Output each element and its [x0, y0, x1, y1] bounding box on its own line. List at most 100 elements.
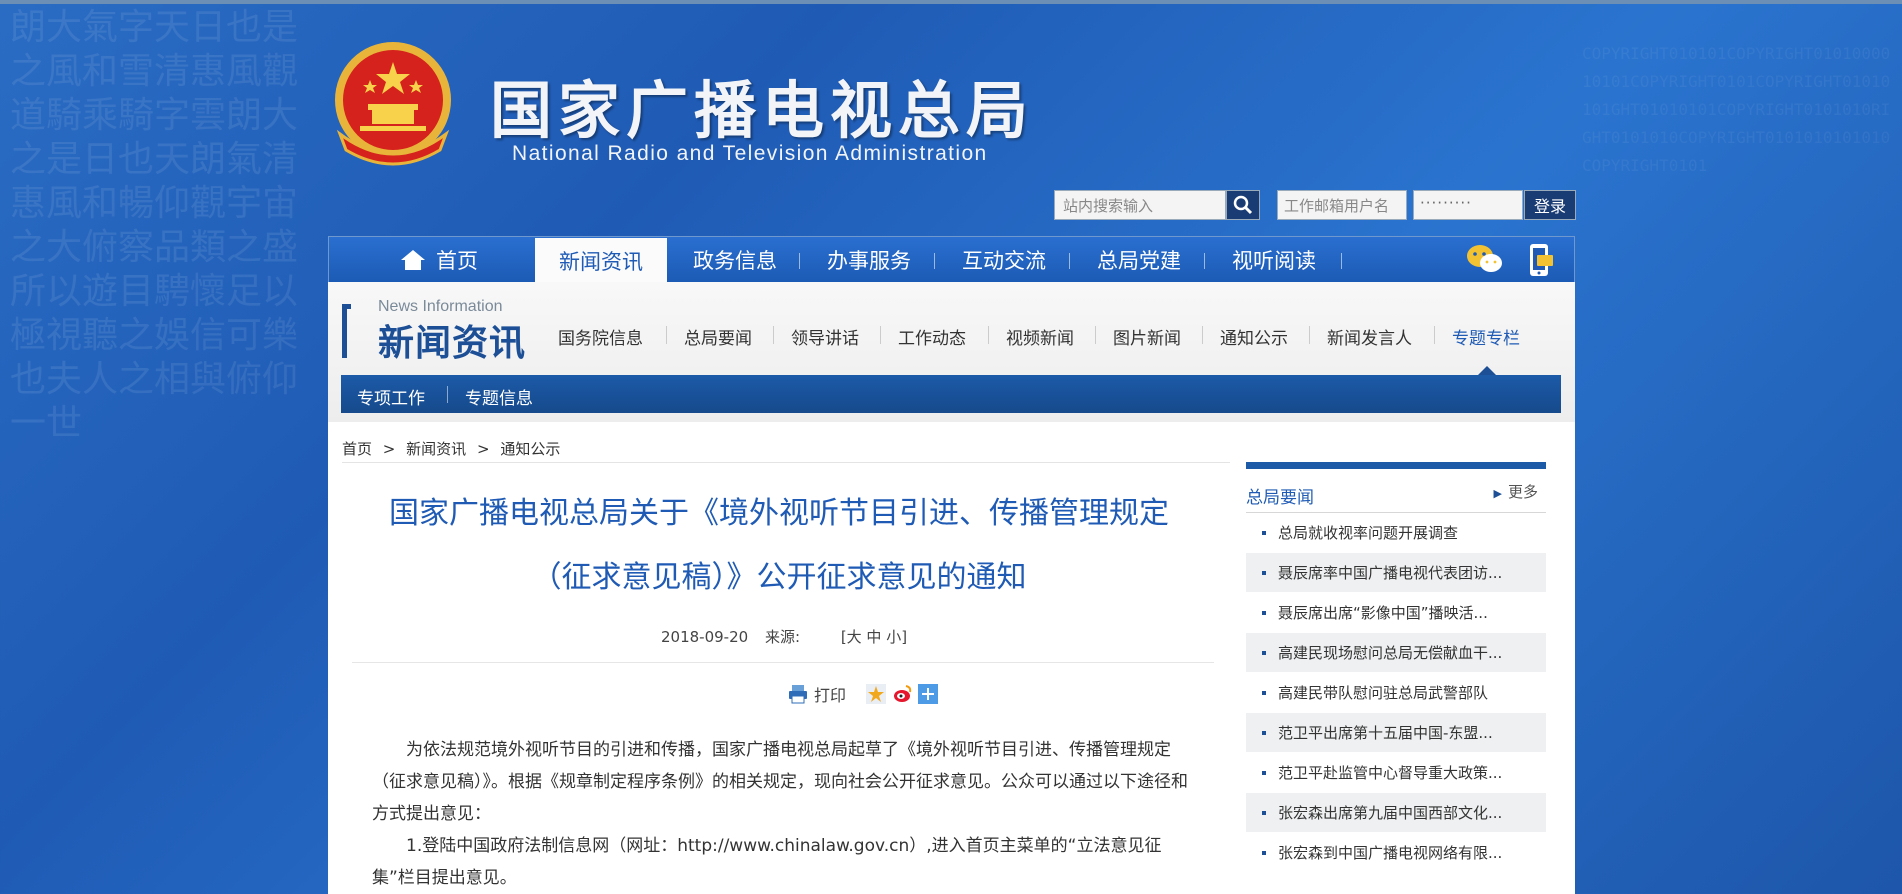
list-item[interactable]: 总局就收视率问题开展调查 [1246, 513, 1546, 553]
article-paragraph: 为依法规范境外视听节目的引进和传播，国家广播电视总局起草了《境外视听节目引进、传… [372, 740, 1188, 824]
share-more-icon[interactable] [918, 684, 939, 704]
list-item[interactable]: 高建民现场慰问总局无偿献血干... [1246, 633, 1546, 673]
article-meta: 2018-09-20 来源: [大 中 小] [661, 626, 919, 647]
nav-item-label: 新闻资讯 [559, 249, 643, 274]
password-input[interactable]: ········· [1413, 190, 1523, 220]
list-item[interactable]: 高建民带队慰问驻总局武警部队 [1246, 673, 1546, 713]
bluebar-item-special-work[interactable]: 专项工作 [357, 384, 425, 409]
home-icon [401, 250, 425, 270]
subnav-active-pointer [1478, 366, 1496, 375]
mobile-icon[interactable] [1525, 243, 1555, 277]
nav-item-label: 总局党建 [1097, 249, 1181, 273]
nav-item-audiovisual-reading[interactable]: 视听阅读 [1214, 237, 1334, 283]
sidebar-title[interactable]: 总局要闻 [1246, 483, 1314, 508]
subnav-separator [1434, 326, 1435, 344]
list-item[interactable]: 范卫平赴监管中心督导重大政策... [1246, 753, 1546, 793]
font-size-switcher[interactable]: [大 中 小] [841, 628, 907, 646]
article-title: 国家广播电视总局关于《境外视听节目引进、传播管理规定 （征求意见稿）》公开征求意… [364, 482, 1194, 610]
background-binary-texture: COPYRIGHT010101COPYRIGHT0101000010101COP… [1582, 44, 1891, 175]
more-link[interactable]: ▶ 更多 [1494, 481, 1538, 502]
headlines-sidebar: 总局要闻 ▶ 更多 总局就收视率问题开展调查 聂辰席率中国广播电视代表团访... … [1246, 462, 1546, 873]
more-label: 更多 [1507, 483, 1538, 501]
search-icon [1233, 195, 1253, 215]
subnav-item-special-topics[interactable]: 专题专栏 [1452, 324, 1520, 349]
login-button[interactable]: 登录 [1524, 190, 1576, 220]
site-title: 国家广播电视总局 [490, 74, 1035, 147]
list-item[interactable]: 张宏森到中国广播电视网络有限... [1246, 833, 1546, 873]
nav-item-interaction[interactable]: 互动交流 [944, 237, 1064, 283]
sidebar-header: 总局要闻 ▶ 更多 [1246, 469, 1546, 513]
subnav-separator [773, 326, 774, 344]
print-link[interactable]: 打印 [814, 682, 846, 706]
subnav-separator [880, 326, 881, 344]
subnav-item-notices[interactable]: 通知公示 [1220, 324, 1288, 349]
article-body: 为依法规范境外视听节目的引进和传播，国家广播电视总局起草了《境外视听节目引进、传… [372, 734, 1192, 894]
wechat-icon[interactable] [1465, 243, 1505, 277]
search-button[interactable] [1226, 190, 1260, 220]
nav-separator [799, 253, 800, 269]
list-item[interactable]: 聂辰席率中国广播电视代表团访... [1246, 553, 1546, 593]
triangle-right-icon: ▶ [1493, 487, 1502, 500]
subnav-item-headlines[interactable]: 总局要闻 [684, 324, 752, 349]
meta-divider [352, 662, 1214, 663]
nav-separator [1069, 253, 1070, 269]
subnav-separator [1095, 326, 1096, 344]
section-title: 新闻资讯 [378, 322, 527, 364]
article-source-label: 来源: [764, 628, 801, 646]
nav-separator [934, 253, 935, 269]
subnav-separator [666, 326, 667, 344]
subnav-item-video-news[interactable]: 视频新闻 [1006, 324, 1074, 349]
site-subtitle: National Radio and Television Administra… [512, 142, 988, 165]
subnav-item-state-council[interactable]: 国务院信息 [558, 324, 643, 349]
nav-item-government-info[interactable]: 政务信息 [675, 237, 795, 283]
nav-item-label: 政务信息 [693, 249, 777, 273]
subnav-item-spokesperson[interactable]: 新闻发言人 [1327, 324, 1412, 349]
list-item[interactable]: 聂辰席出席“影像中国”播映活... [1246, 593, 1546, 633]
nav-item-label: 首页 [436, 249, 478, 273]
headlines-list: 总局就收视率问题开展调查 聂辰席率中国广播电视代表团访... 聂辰席出席“影像中… [1246, 513, 1546, 873]
breadcrumb-notices[interactable]: 通知公示 [500, 440, 560, 458]
special-topics-bar: 专项工作 专题信息 [341, 375, 1561, 413]
bluebar-item-special-info[interactable]: 专题信息 [465, 384, 533, 409]
section-header: News Information 新闻资讯 国务院信息 总局要闻 领导讲话 工作… [328, 282, 1575, 422]
nav-item-home[interactable]: 首页 [374, 237, 504, 283]
nav-item-label: 视听阅读 [1232, 249, 1316, 273]
subnav-separator [988, 326, 989, 344]
breadcrumb-separator: > [382, 440, 396, 458]
article-title-line: （征求意见稿）》公开征求意见的通知 [531, 560, 1027, 595]
nav-item-label: 办事服务 [827, 249, 911, 273]
article-date: 2018-09-20 [661, 628, 749, 646]
breadcrumb: 首页 > 新闻资讯 > 通知公示 [342, 438, 566, 459]
subnav-separator [1309, 326, 1310, 344]
print-icon[interactable] [788, 684, 808, 704]
nav-separator [1341, 253, 1342, 269]
article-title-line: 国家广播电视总局关于《境外视听节目引进、传播管理规定 [389, 496, 1169, 531]
breadcrumb-divider [342, 462, 1230, 463]
list-item[interactable]: 张宏森出席第九届中国西部文化... [1246, 793, 1546, 833]
nav-item-label: 互动交流 [962, 249, 1046, 273]
nav-item-news[interactable]: 新闻资讯 [535, 238, 667, 283]
share-weibo-icon[interactable] [892, 684, 912, 704]
email-username-input[interactable]: 工作邮箱用户名 [1277, 190, 1407, 220]
subnav-separator [1202, 326, 1203, 344]
breadcrumb-news[interactable]: 新闻资讯 [406, 440, 466, 458]
background-calligraphy: 朗大氣字天日也是之風和雪清惠風觀道騎乘騎字雲朗大之是日也天朗氣清惠風和暢仰觀宇宙… [10, 7, 299, 444]
breadcrumb-home[interactable]: 首页 [342, 440, 372, 458]
sidebar-top-bar [1246, 462, 1546, 469]
list-item[interactable]: 范卫平出席第十五届中国-东盟... [1246, 713, 1546, 753]
nav-item-party-building[interactable]: 总局党建 [1079, 237, 1199, 283]
search-input[interactable]: 站内搜索输入 [1054, 190, 1226, 220]
article-paragraph: 1.登陆中国政府法制信息网（网址：http://www.chinalaw.gov… [372, 836, 1162, 888]
breadcrumb-separator: > [476, 440, 490, 458]
national-emblem-icon[interactable] [330, 38, 456, 174]
share-toolbar: 打印 [788, 682, 939, 706]
content-panel: News Information 新闻资讯 国务院信息 总局要闻 领导讲话 工作… [328, 282, 1575, 894]
share-qzone-icon[interactable] [866, 684, 887, 704]
nav-separator [1204, 253, 1205, 269]
main-navigation: 首页 新闻资讯 政务信息 办事服务 互动交流 总局党建 视听阅读 [328, 236, 1575, 283]
subnav-item-leader-speeches[interactable]: 领导讲话 [791, 324, 859, 349]
section-bracket-decoration [342, 304, 351, 358]
subnav-item-work-updates[interactable]: 工作动态 [898, 324, 966, 349]
subnav-item-photo-news[interactable]: 图片新闻 [1113, 324, 1181, 349]
nav-item-services[interactable]: 办事服务 [809, 237, 929, 283]
